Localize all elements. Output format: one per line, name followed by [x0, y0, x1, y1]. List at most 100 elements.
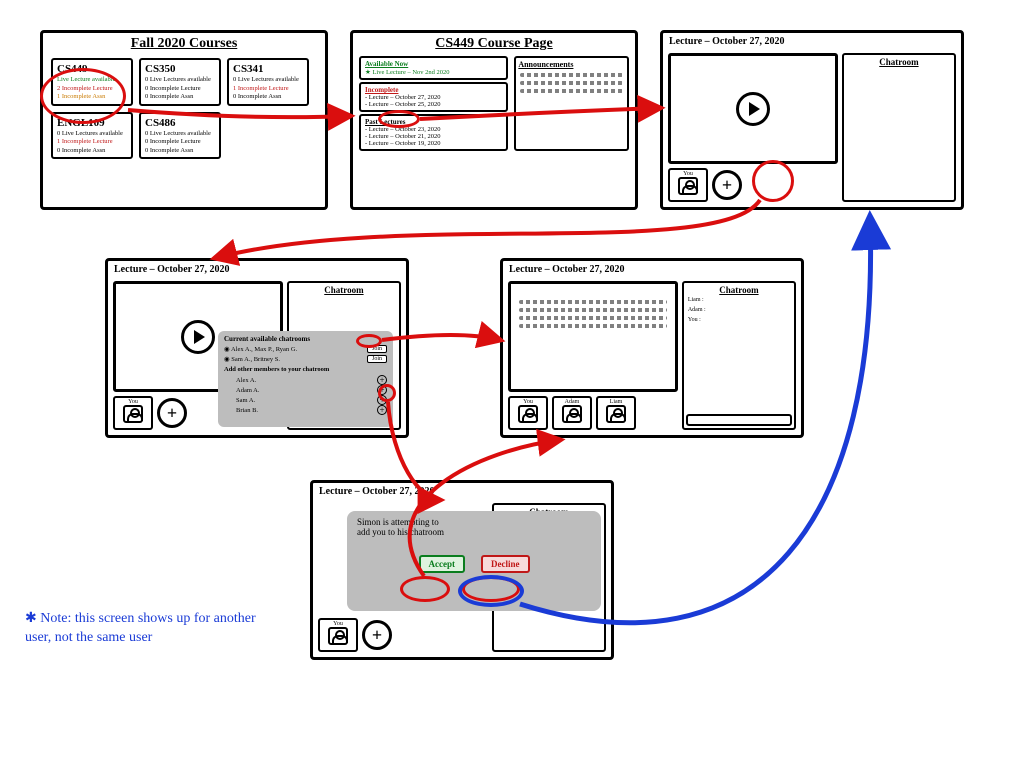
participant-liam: Liam [596, 396, 636, 430]
lecture-header: Lecture – October 27, 2020 [663, 33, 961, 50]
person-name: Adam A. [236, 387, 259, 394]
section-heading: Past Lectures [365, 118, 502, 126]
lecture-link[interactable]: - Lecture – October 21, 2020 [365, 133, 502, 140]
lecture-panel-activechat: Lecture – October 27, 2020 You Adam Liam… [500, 258, 804, 438]
add-person-button[interactable]: + [377, 405, 387, 415]
course-status-live: 0 Live Lectures available [145, 130, 215, 138]
course-status-assn: 0 Incomplete Assn [57, 147, 127, 155]
lecture-link[interactable]: - Lecture – October 23, 2020 [365, 126, 502, 133]
chat-message: Liam : [688, 297, 790, 303]
participant-you: You [113, 396, 153, 430]
add-members-popup: Current available chatrooms ◉ Alex A., M… [218, 331, 393, 427]
accept-button[interactable]: Accept [419, 555, 466, 573]
play-icon[interactable] [181, 320, 215, 354]
avatar-icon [328, 627, 348, 645]
courses-panel: Fall 2020 Courses CS449 Live Lecture ava… [40, 30, 328, 210]
person-name: Alex A. [236, 377, 256, 384]
video-player[interactable] [508, 281, 678, 392]
avatar-icon [606, 405, 626, 423]
course-card-cs350[interactable]: CS350 0 Live Lectures available 0 Incomp… [139, 58, 221, 106]
footnote: ✱ Note: this screen shows up for another… [25, 610, 275, 648]
add-person-button[interactable]: + [377, 375, 387, 385]
lecture-panel-addpopup: Lecture – October 27, 2020 You + Chatroo… [105, 258, 409, 438]
course-status-lecture: 0 Incomplete Lecture [145, 85, 215, 93]
add-person-button[interactable]: + [377, 395, 387, 405]
course-page-panel: CS449 Course Page Available Now ★ Live L… [350, 30, 638, 210]
chatroom: Chatroom [842, 53, 956, 202]
avatar-icon [123, 405, 143, 423]
announcements-heading: Announcements [518, 60, 625, 69]
invite-message: add you to his chatroom [357, 527, 591, 537]
chat-message: Adam : [688, 307, 790, 313]
course-page-title: CS449 Course Page [353, 33, 635, 54]
decline-button[interactable]: Decline [481, 555, 530, 573]
participant-you: You [318, 618, 358, 652]
course-status-lecture: 2 Incomplete Lecture [57, 85, 127, 93]
play-icon[interactable] [736, 92, 770, 126]
course-status-live: Live Lecture available [57, 76, 127, 84]
lecture-link[interactable]: - Lecture – October 19, 2020 [365, 140, 502, 147]
course-card-cs486[interactable]: CS486 0 Live Lectures available 0 Incomp… [139, 112, 221, 160]
course-status-lecture: 0 Incomplete Lecture [145, 138, 215, 146]
course-card-cs449[interactable]: CS449 Live Lecture available 2 Incomplet… [51, 58, 133, 106]
past-section: Past Lectures - Lecture – October 23, 20… [359, 114, 508, 151]
course-code: CS449 [57, 62, 127, 76]
chatroom-heading: Chatroom [291, 285, 397, 295]
join-button[interactable]: Join [367, 345, 387, 353]
course-grid: CS449 Live Lecture available 2 Incomplet… [43, 54, 325, 163]
incomplete-section: Incomplete - Lecture – October 27, 2020 … [359, 82, 508, 112]
popup-subheading: Add other members to your chatroom [224, 366, 387, 373]
lecture-link[interactable]: - Lecture – October 25, 2020 [365, 101, 502, 108]
course-code: CS350 [145, 62, 215, 76]
available-item[interactable]: ★ Live Lecture – Nov 2nd 2020 [365, 68, 502, 76]
lecture-header: Lecture – October 27, 2020 [313, 483, 611, 500]
chatroom-option: ◉ Sam A., Britney S. Join [224, 355, 387, 363]
add-participant-button[interactable]: + [362, 620, 392, 650]
video-player[interactable] [668, 53, 838, 164]
participant-you: You [508, 396, 548, 430]
course-code: ENGL109 [57, 116, 127, 130]
chat-input[interactable] [686, 414, 792, 426]
course-code: CS341 [233, 62, 303, 76]
add-participant-button[interactable]: + [157, 398, 187, 428]
section-heading: Incomplete [365, 86, 502, 94]
chatroom: Chatroom Liam : Adam : You : [682, 281, 796, 430]
invite-overlay: Simon is attempting to add you to his ch… [347, 511, 601, 611]
chatroom-heading: Chatroom [686, 285, 792, 295]
room-members: Sam A., Britney S. [231, 356, 280, 363]
avatar-icon [518, 405, 538, 423]
available-section: Available Now ★ Live Lecture – Nov 2nd 2… [359, 56, 508, 80]
avatar-icon [562, 405, 582, 423]
course-card-engl109[interactable]: ENGL109 0 Live Lectures available 1 Inco… [51, 112, 133, 160]
section-heading: Available Now [365, 60, 502, 68]
course-card-cs341[interactable]: CS341 0 Live Lectures available 1 Incomp… [227, 58, 309, 106]
popup-heading: Current available chatrooms [224, 335, 387, 343]
invite-message: Simon is attempting to [357, 517, 591, 527]
course-status-assn: 0 Incomplete Assn [145, 93, 215, 101]
course-status-live: 0 Live Lectures available [145, 76, 215, 84]
lecture-link[interactable]: - Lecture – October 27, 2020 [365, 94, 502, 101]
join-button[interactable]: Join [367, 355, 387, 363]
lecture-panel-invite: Lecture – October 27, 2020 You + Chatroo… [310, 480, 614, 660]
course-status-assn: 0 Incomplete Assn [233, 93, 303, 101]
add-participant-button[interactable]: + [712, 170, 742, 200]
course-status-live: 0 Live Lectures available [57, 130, 127, 138]
courses-title: Fall 2020 Courses [43, 33, 325, 54]
lecture-header: Lecture – October 27, 2020 [108, 261, 406, 278]
course-status-live: 0 Live Lectures available [233, 76, 303, 84]
participant-adam: Adam [552, 396, 592, 430]
person-name: Sam A. [236, 397, 255, 404]
lecture-panel-initial: Lecture – October 27, 2020 You + Chatroo… [660, 30, 964, 210]
course-status-assn: 0 Incomplete Assn [145, 147, 215, 155]
course-status-lecture: 1 Incomplete Lecture [233, 85, 303, 93]
person-name: Brian B. [236, 407, 258, 414]
chatroom-option: ◉ Alex A., Max P., Ryan G. Join [224, 345, 387, 353]
course-code: CS486 [145, 116, 215, 130]
avatar-icon [678, 177, 698, 195]
add-person-button[interactable]: + [377, 385, 387, 395]
chat-message: You : [688, 317, 790, 323]
course-status-assn: 1 Incomplete Assn [57, 93, 127, 101]
chatroom-heading: Chatroom [846, 57, 952, 67]
room-members: Alex A., Max P., Ryan G. [231, 346, 297, 353]
announcements-box: Announcements [514, 56, 629, 151]
